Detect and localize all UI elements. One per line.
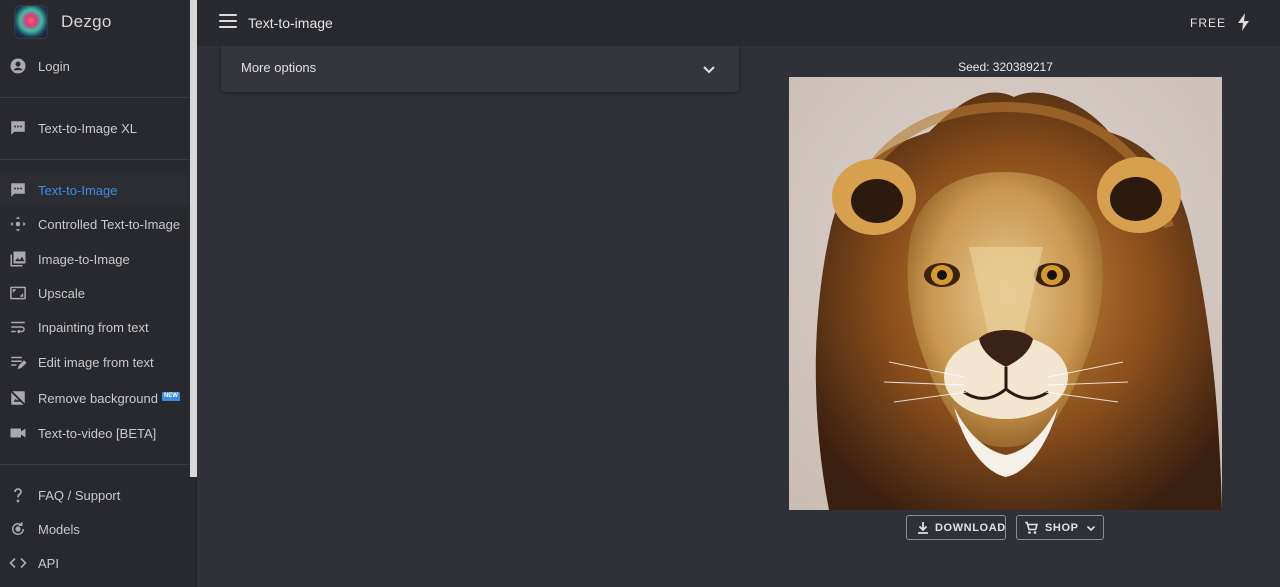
download-button[interactable]: DOWNLOAD [906, 515, 1006, 540]
download-icon [916, 521, 930, 535]
more-options-label: More options [241, 60, 317, 75]
download-label: DOWNLOAD [935, 522, 1006, 534]
chevron-down-icon [701, 61, 717, 77]
sidebar-item-text-to-video[interactable]: Text-to-video [BETA] [0, 418, 190, 448]
sidebar-item-edit-image-from-text[interactable]: Edit image from text [0, 347, 190, 377]
chevron-down-icon [1085, 522, 1099, 536]
aspect-ratio-icon [8, 283, 28, 303]
menu-icon[interactable] [219, 14, 237, 30]
sidebar-item-upscale[interactable]: Upscale [0, 278, 190, 308]
logo [14, 5, 48, 39]
shop-label: SHOP [1045, 522, 1079, 534]
chat-dots-icon [8, 180, 28, 200]
new-badge: NEW [161, 391, 180, 401]
sidebar-item-label: Upscale [38, 285, 85, 301]
hide-image-icon [8, 388, 28, 408]
sidebar-item-login[interactable]: Login [0, 51, 190, 81]
plan-label[interactable]: FREE [1190, 16, 1226, 30]
sidebar-item-label: Edit image from text [38, 354, 154, 370]
sidebar-item-inpainting-from-text[interactable]: Inpainting from text [0, 312, 190, 342]
divider [0, 464, 190, 465]
sidebar-item-label: Image-to-Image [38, 251, 130, 267]
top-bar: Text-to-image FREE [197, 0, 1280, 46]
more-options-panel[interactable]: More options [221, 46, 739, 92]
sidebar-item-text-to-image-xl[interactable]: Text-to-Image XL [0, 113, 190, 143]
divider [0, 97, 190, 98]
shop-button[interactable]: SHOP [1016, 515, 1104, 540]
photo-library-icon [8, 249, 28, 269]
sidebar-item-label: API [38, 555, 59, 571]
sidebar-item-remove-background[interactable]: Remove background NEW [0, 383, 190, 413]
seed-label: Seed: 320389217 [958, 60, 1053, 74]
question-mark-icon [8, 485, 28, 505]
sidebar-item-faq-support[interactable]: FAQ / Support [0, 480, 190, 510]
move-arrows-icon [8, 214, 28, 234]
sidebar-item-label: FAQ / Support [38, 487, 121, 503]
sidebar-item-label: Text-to-Image [38, 182, 118, 198]
sidebar-item-label: Inpainting from text [38, 319, 149, 335]
sidebar-item-models[interactable]: Models [0, 514, 190, 544]
code-icon [8, 553, 28, 573]
sidebar-item-label: Remove background NEW [38, 390, 180, 406]
generated-image[interactable] [789, 77, 1222, 510]
chat-dots-icon [8, 118, 28, 138]
edit-note-icon [8, 352, 28, 372]
sidebar-item-image-to-image[interactable]: Image-to-Image [0, 244, 190, 274]
sidebar-item-label: Login [38, 58, 70, 74]
brand-name: Dezgo [61, 12, 112, 31]
brand[interactable]: Dezgo [0, 0, 190, 46]
videocam-icon [8, 423, 28, 443]
shopping-cart-icon [1024, 521, 1039, 535]
sidebar-item-label: Text-to-Image XL [38, 120, 137, 136]
sidebar-item-label: Text-to-video [BETA] [38, 425, 157, 441]
sidebar-item-text-to-image[interactable]: Text-to-Image [0, 175, 190, 205]
wrap-text-icon [8, 317, 28, 337]
account-circle-icon [8, 56, 28, 76]
sidebar-scrollbar[interactable] [190, 0, 197, 477]
page-title: Text-to-image [248, 15, 333, 31]
sidebar-item-label: Models [38, 521, 80, 537]
lightning-icon[interactable] [1237, 13, 1251, 31]
sidebar-item-label: Controlled Text-to-Image [38, 216, 181, 232]
model-cycle-icon [8, 519, 28, 539]
sidebar: Dezgo Login Text-to-Image XL Text-to-Ima… [0, 0, 197, 587]
divider [0, 159, 190, 160]
sidebar-item-api[interactable]: API [0, 548, 190, 578]
sidebar-item-controlled-text-to-image[interactable]: Controlled Text-to-Image [0, 209, 190, 239]
